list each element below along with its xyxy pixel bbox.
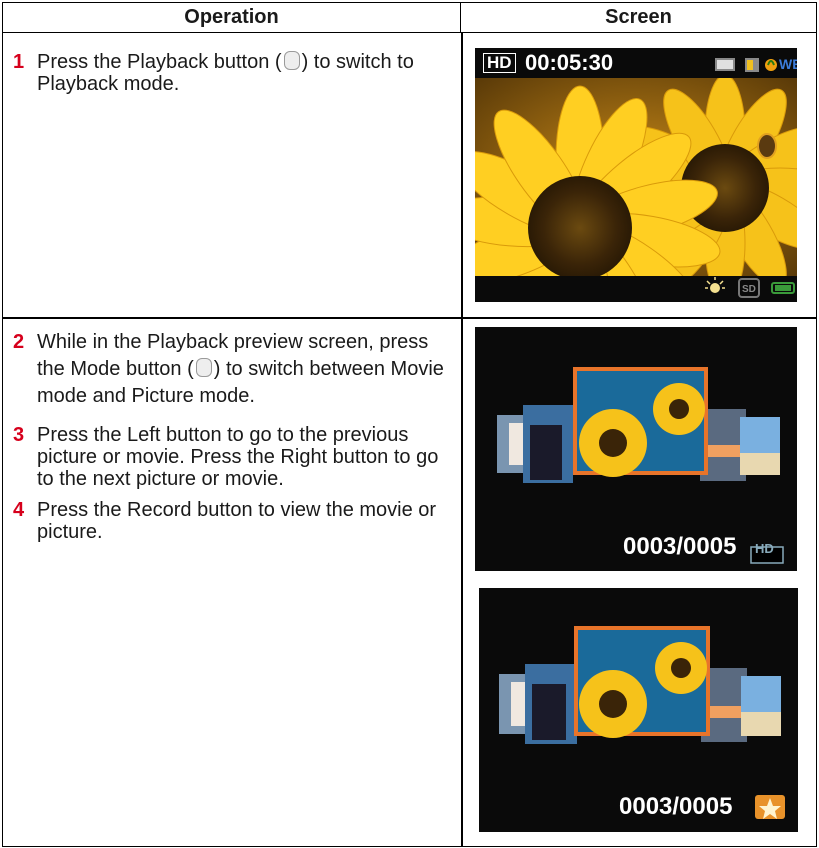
step-2: 2 While in the Playback preview screen, … [13, 329, 453, 410]
step-text: Press the Left button to go to the previ… [37, 424, 439, 490]
step-3: 3 Press the Left button to go to the pre… [13, 424, 453, 490]
file-counter: 0003/0005 [619, 793, 733, 820]
step-text: Press the Playback button () to switch t… [37, 51, 414, 95]
sunflower-photo [475, 48, 797, 302]
hd-badge: HD [755, 541, 774, 556]
mode-button-icon [195, 358, 212, 377]
operation-column-header: Operation [3, 3, 461, 33]
white-balance-label: WB [779, 56, 797, 72]
screen-column-header: Screen [605, 6, 672, 28]
step-number: 2 [13, 331, 25, 353]
file-counter: 0003/0005 [623, 533, 737, 560]
step-4: 4 Press the Record button to view the mo… [13, 499, 453, 543]
sd-card-label: SD [742, 284, 756, 295]
step-number: 3 [13, 424, 25, 446]
hd-badge: HD [483, 53, 516, 73]
timecode: 00:05:30 [525, 50, 614, 75]
picture-browser-screen: 0003/0005 [479, 588, 798, 832]
playback-button-icon [283, 51, 300, 70]
row-divider [3, 317, 816, 319]
movie-browser-screen: 0003/0005 HD [475, 327, 797, 571]
playback-screen: HD 00:05:30 WB SD [475, 48, 797, 302]
step-number: 4 [13, 499, 25, 521]
step-number: 1 [13, 51, 25, 73]
step-text: Press the Record button to view the movi… [37, 499, 437, 543]
column-divider [461, 33, 463, 846]
star-icon [755, 795, 785, 819]
instruction-table: Operation Screen 1 Press the Playback bu… [2, 2, 817, 847]
step-text: While in the Playback preview screen, pr… [37, 331, 444, 407]
step-1: 1 Press the Playback button () to switch… [13, 51, 453, 95]
table-header: Operation Screen [3, 3, 816, 33]
